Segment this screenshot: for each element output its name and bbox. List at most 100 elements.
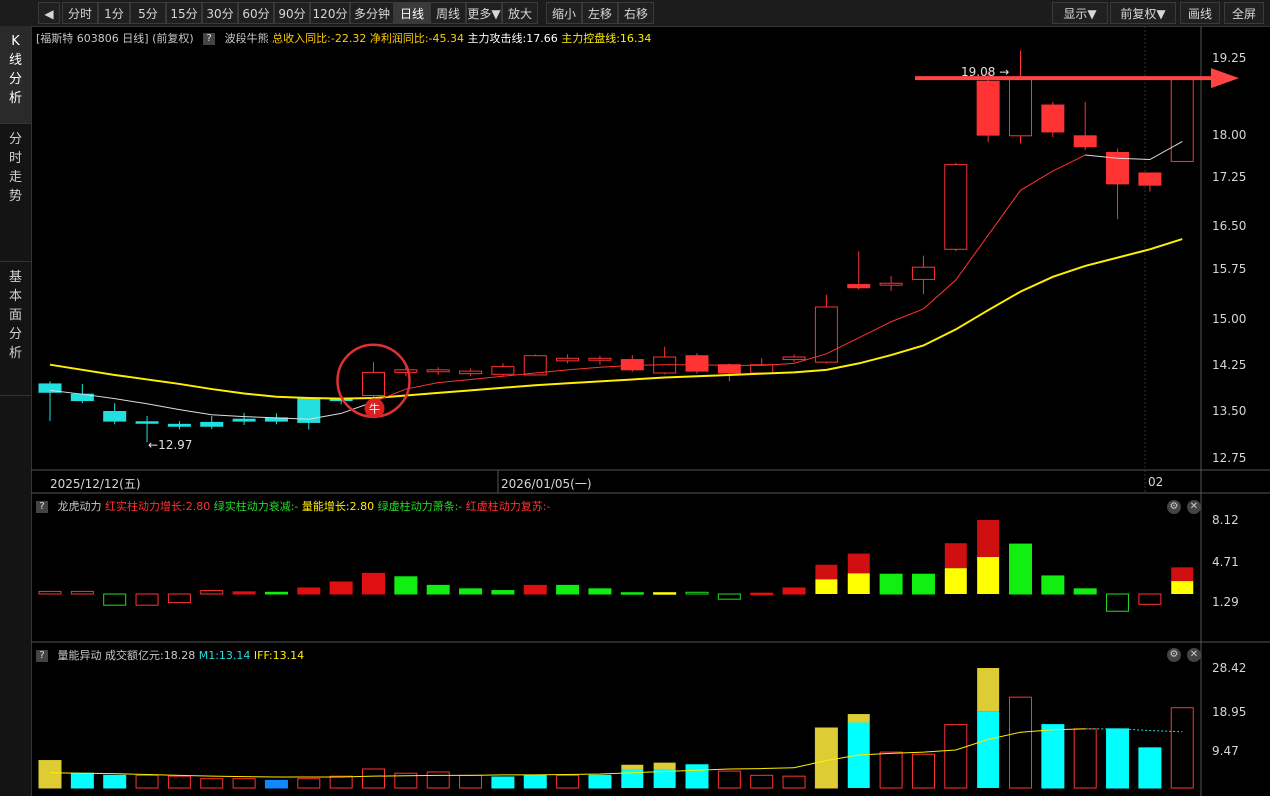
panel2-bar xyxy=(911,573,935,595)
panel3-bar xyxy=(38,760,62,789)
panel2-bar xyxy=(1073,588,1097,595)
panel3-bar xyxy=(814,727,838,789)
candle-body xyxy=(1009,76,1032,137)
toolbar-tab-10[interactable]: 周线 xyxy=(430,2,466,24)
toolbar-tab-0[interactable]: 分时 xyxy=(62,2,98,24)
panel2-bar-yellow xyxy=(815,579,838,594)
toolbar-tab-6[interactable]: 90分 xyxy=(274,2,310,24)
candle-body xyxy=(1041,104,1065,133)
toolbar-tab-9[interactable]: 日线 xyxy=(394,2,430,24)
panel2-bar xyxy=(556,584,580,595)
side-tab-2[interactable]: 基本面分析 xyxy=(0,262,31,396)
toolbar-tab-12[interactable]: 放大 xyxy=(502,2,538,24)
panel3-bar xyxy=(329,775,353,789)
settings-gear-icon[interactable]: ⚙ xyxy=(1167,500,1181,514)
panel2-bar xyxy=(1041,575,1065,595)
panel3-bar xyxy=(167,775,191,789)
toolbar-tab-13[interactable]: 缩小 xyxy=(546,2,582,24)
panel3-bar xyxy=(70,772,94,789)
bull-badge-text: 牛 xyxy=(369,401,380,415)
panel2-bar xyxy=(264,591,288,595)
side-tab-1[interactable]: 分时走势 xyxy=(0,124,31,262)
panel2-bar-red xyxy=(1171,567,1194,582)
candle-body xyxy=(847,284,871,289)
toolbar-tab-2[interactable]: 5分 xyxy=(130,2,166,24)
right-arrow-icon: → xyxy=(999,65,1010,79)
toolbar-right-2[interactable]: 画线 xyxy=(1180,2,1220,24)
panel3-bar-yellow xyxy=(977,668,1000,712)
toolbar-tab-7[interactable]: 120分 xyxy=(310,2,350,24)
collapse-arrow-icon[interactable]: ◀ xyxy=(38,2,60,24)
panel3-bar xyxy=(232,778,256,789)
candle-body xyxy=(750,364,774,374)
panel3-bar xyxy=(879,751,903,789)
panel2-red-hollow: 红虚柱动力复苏:- xyxy=(465,500,551,513)
help-icon[interactable]: ? xyxy=(36,650,48,662)
toolbar-right-1[interactable]: 前复权▼ xyxy=(1110,2,1176,24)
toolbar-tab-3[interactable]: 15分 xyxy=(166,2,202,24)
panel2-volume-growth: 量能增长:2.80 xyxy=(301,500,375,513)
toolbar-tab-15[interactable]: 右移 xyxy=(618,2,654,24)
candle-body xyxy=(685,355,709,372)
candle-body xyxy=(911,266,935,280)
toolbar-tab-8[interactable]: 多分钟 xyxy=(350,2,394,24)
candle-body xyxy=(491,366,515,375)
panel2-tick-0: 8.12 xyxy=(1212,513,1239,527)
date-label-3: 02 xyxy=(1148,475,1164,489)
volume-panel xyxy=(38,668,1194,789)
panel3-bar-yellow xyxy=(621,764,644,769)
toolbar-tab-4[interactable]: 30分 xyxy=(202,2,238,24)
toolbar-tab-1[interactable]: 1分 xyxy=(98,2,130,24)
settings-gear-icon[interactable]: ⚙ xyxy=(1167,648,1181,662)
panel3-bar xyxy=(523,774,547,789)
panel2-red-solid: 红实柱动力增长:2.80 xyxy=(105,500,211,513)
panel3-bar xyxy=(911,753,935,789)
help-icon[interactable]: ? xyxy=(36,501,48,513)
chart-area[interactable]: 牛 xyxy=(31,26,1270,796)
side-tabs: K线分析分时走势基本面分析 xyxy=(0,26,32,796)
toolbar: ◀ 分时 1分 5分 15分 30分 60分 90分 120分 多分钟 日线 周线 更多▼ 放大 缩小 左移… xyxy=(0,0,1270,27)
panel2-bar-yellow xyxy=(847,573,870,594)
candle-body xyxy=(103,411,127,422)
candle-body xyxy=(1138,172,1162,186)
toolbar-right-0[interactable]: 显示▼ xyxy=(1052,2,1108,24)
panel3-m1: M1:13.14 xyxy=(198,649,251,662)
panel3-bar xyxy=(1041,724,1065,789)
panel3-name: 量能异动 xyxy=(57,649,102,662)
candle-body xyxy=(167,423,191,427)
panel2-bar xyxy=(750,592,774,596)
panel2-bar-red xyxy=(944,543,967,569)
side-tab-0[interactable]: K线分析 xyxy=(0,26,31,124)
candle-body xyxy=(556,357,580,362)
panel2-bar xyxy=(394,576,418,595)
panel2-bar xyxy=(653,592,677,595)
panel3-bar xyxy=(1138,747,1162,789)
panel2-bar xyxy=(685,591,709,595)
panel2-bar-red xyxy=(815,564,838,580)
panel2-bar xyxy=(588,588,612,595)
toolbar-tab-11[interactable]: 更多▼ xyxy=(466,2,502,24)
panel3-bar xyxy=(1073,728,1097,789)
close-icon[interactable]: ✕ xyxy=(1187,500,1201,514)
price-tick-2: 17.25 xyxy=(1212,170,1247,184)
candle-body xyxy=(135,421,159,424)
toolbar-tab-5[interactable]: 60分 xyxy=(238,2,274,24)
panel2-bar xyxy=(70,590,94,595)
panel3-tick-2: 9.47 xyxy=(1212,744,1239,758)
price-tick-4: 15.75 xyxy=(1212,262,1247,276)
panel3-bar xyxy=(750,774,774,789)
panel2-bar xyxy=(1009,543,1032,595)
panel3-bar xyxy=(717,770,741,789)
panel3-turnover: 成交额亿元:18.28 xyxy=(105,649,196,662)
toolbar-tab-14[interactable]: 左移 xyxy=(582,2,618,24)
close-icon[interactable]: ✕ xyxy=(1187,648,1201,662)
panel2-tick-1: 4.71 xyxy=(1212,555,1239,569)
panel2-bar xyxy=(620,592,644,595)
dragon-tiger-panel xyxy=(38,520,1194,612)
trend-arrow-head xyxy=(1211,68,1239,89)
panel2-bar xyxy=(362,572,385,595)
candle-body xyxy=(879,282,903,286)
toolbar-right-3[interactable]: 全屏 xyxy=(1224,2,1264,24)
date-label-1: 2025/12/12(五) xyxy=(50,477,141,491)
panel3-tick-1: 18.95 xyxy=(1212,705,1247,719)
